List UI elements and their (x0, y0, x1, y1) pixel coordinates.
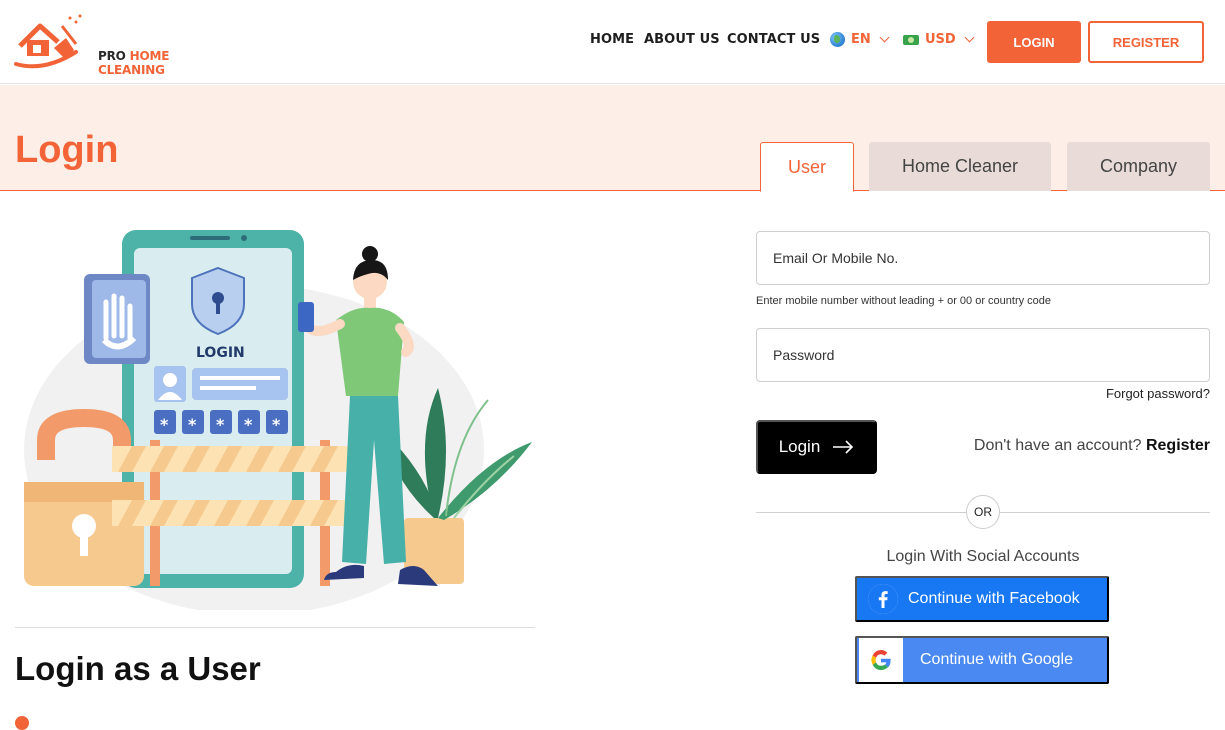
nav-contact-us[interactable]: CONTACT US (727, 32, 820, 47)
email-hint: Enter mobile number without leading + or… (756, 295, 1052, 307)
header-register-button[interactable]: REGISTER (1088, 21, 1204, 63)
tab-user[interactable]: User (760, 142, 854, 192)
header-login-button[interactable]: LOGIN (987, 21, 1081, 63)
house-logo-icon (14, 14, 82, 69)
password-mask-5: * (272, 415, 281, 434)
password-mask-3: * (216, 415, 225, 434)
page-title: Login (15, 129, 119, 171)
google-login-label: Continue with Google (920, 651, 1073, 668)
password-mask-4: * (244, 415, 253, 434)
nav-about-us[interactable]: ABOUT US (644, 32, 720, 47)
illustration-login-label: LOGIN (196, 345, 245, 361)
language-selector[interactable]: EN (830, 32, 890, 47)
password-mask-2: * (188, 415, 197, 434)
login-illustration: LOGIN * * * * * (14, 220, 544, 615)
currency-value: USD (925, 32, 956, 47)
forgot-password-link[interactable]: Forgot password? (1106, 386, 1210, 401)
phone-security-illustration: LOGIN * * * * * (24, 230, 532, 615)
or-divider: OR (966, 495, 1000, 529)
section-title: Login as a User (15, 650, 261, 687)
site-header: PRO HOME CLEANING HOME ABOUT US CONTACT … (0, 0, 1225, 84)
brand-name: PRO HOME CLEANING (98, 49, 224, 77)
chevron-down-icon (879, 32, 890, 43)
money-icon (903, 34, 919, 45)
register-link[interactable]: Register (1146, 437, 1210, 454)
arrow-right-icon (833, 440, 854, 454)
chevron-down-icon (964, 32, 975, 43)
language-value: EN (851, 32, 871, 47)
login-submit-label: Login (778, 437, 821, 456)
facebook-icon (868, 584, 898, 614)
no-account-label: Don't have an account? (973, 437, 1142, 454)
bullet-icon (15, 716, 29, 730)
nav-home[interactable]: HOME (590, 32, 634, 47)
page-banner: Login User Home Cleaner Company (0, 85, 1225, 192)
social-login-title: Login With Social Accounts (886, 548, 1080, 565)
globe-icon (830, 32, 845, 47)
facebook-login-label: Continue with Facebook (908, 590, 1080, 607)
google-icon (859, 638, 903, 682)
brand-name-pro: PRO (98, 49, 126, 63)
login-submit-button[interactable]: Login (756, 420, 877, 474)
password-mask-1: * (160, 415, 169, 434)
password-input[interactable]: Password (756, 328, 1210, 382)
tab-company[interactable]: Company (1067, 142, 1210, 191)
brand-logo[interactable]: PRO HOME CLEANING (14, 12, 224, 77)
no-account-text: Don't have an account? Register (974, 437, 1210, 455)
section-divider (15, 627, 535, 628)
currency-selector[interactable]: USD (903, 32, 975, 47)
google-login-button[interactable]: Continue with Google (855, 636, 1109, 684)
tab-home-cleaner[interactable]: Home Cleaner (869, 142, 1051, 191)
email-input[interactable]: Email Or Mobile No. (756, 231, 1210, 285)
facebook-login-button[interactable]: Continue with Facebook (855, 576, 1109, 622)
